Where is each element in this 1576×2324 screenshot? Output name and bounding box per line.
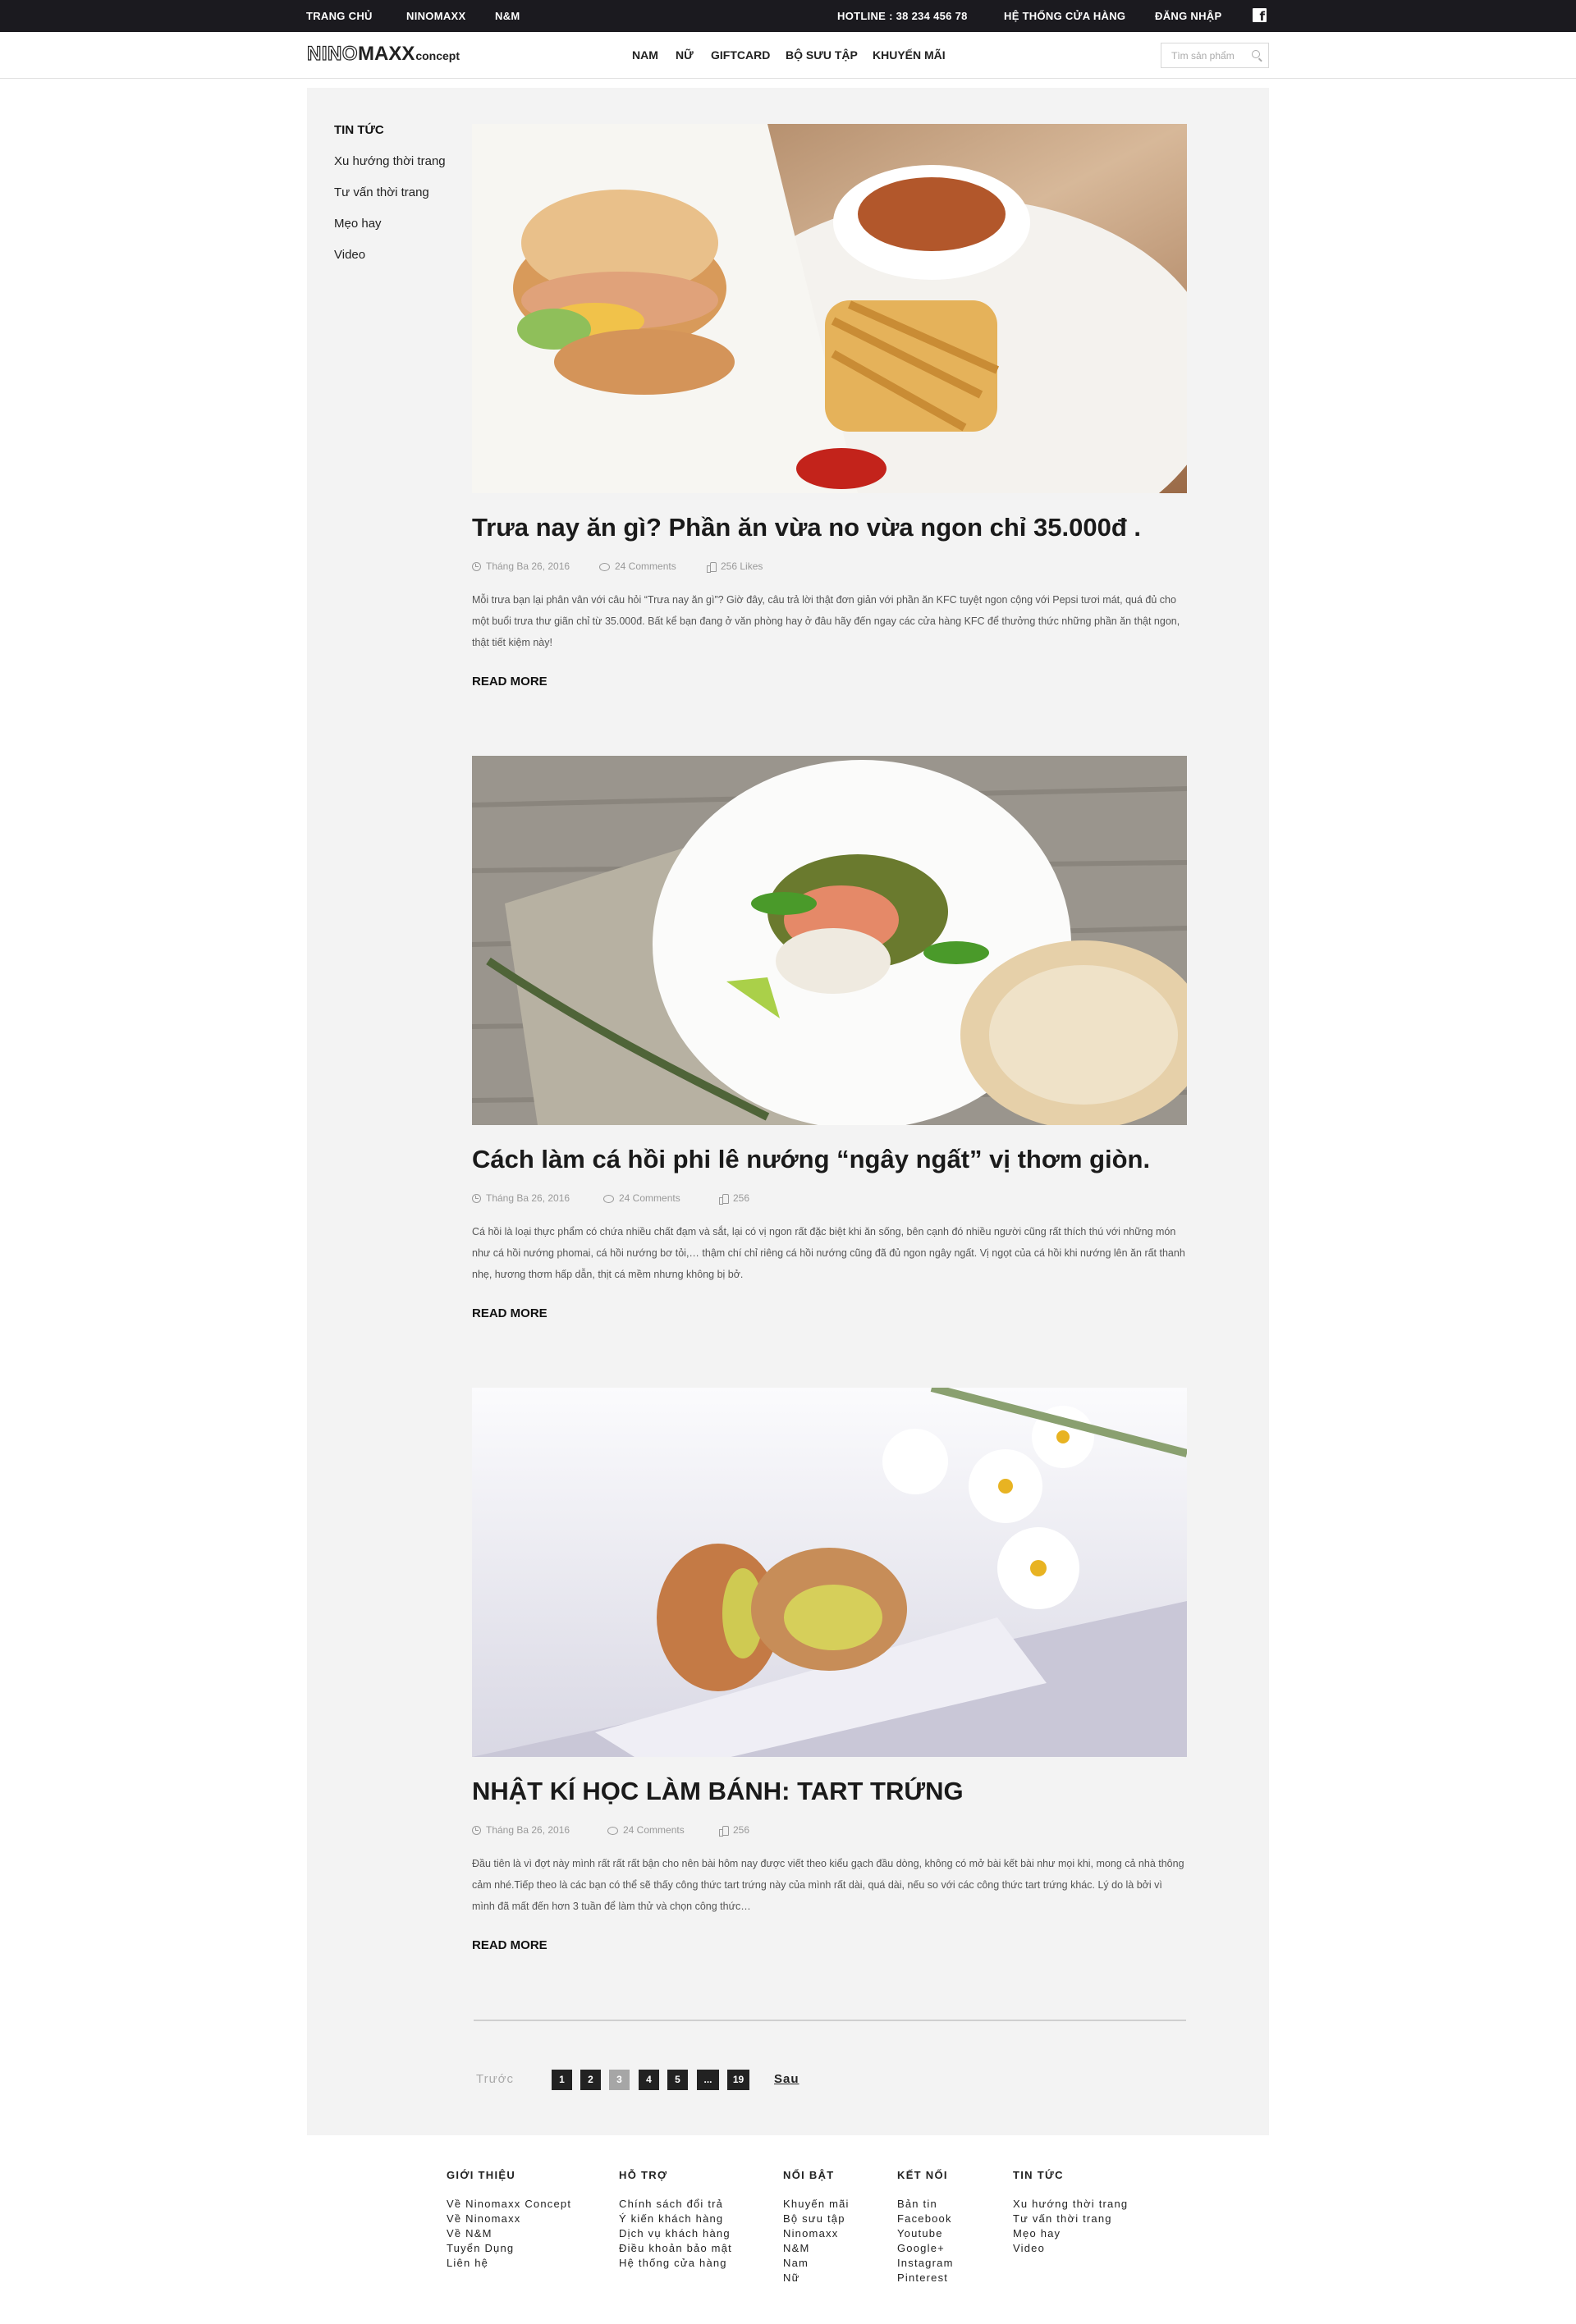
footer-link[interactable]: Liên hệ	[447, 2257, 488, 2269]
search-input[interactable]	[1161, 43, 1250, 67]
post-title[interactable]: Trưa nay ăn gì? Phần ăn vừa no vừa ngon …	[472, 513, 1194, 542]
footer-link[interactable]: Facebook	[897, 2212, 952, 2225]
comment-icon	[599, 563, 610, 571]
post-title[interactable]: NHẬT KÍ HỌC LÀM BÁNH: TART TRỨNG	[472, 1777, 1194, 1806]
post-excerpt: Mỗi trưa bạn lại phân vân với câu hỏi “T…	[472, 594, 1180, 648]
topbar-link-ninomaxx[interactable]: NINOMAXX	[406, 0, 465, 32]
nav-nu[interactable]: NỮ	[676, 32, 694, 79]
page-ellipsis: ...	[697, 2070, 719, 2090]
footer-link[interactable]: Bản tin	[897, 2198, 937, 2210]
footer-heading-gioi-thieu: GIỚI THIỆU	[447, 2169, 516, 2181]
sidebar-item-tu-van[interactable]: Tư vấn thời trang	[334, 185, 429, 199]
footer-link[interactable]: Google+	[897, 2242, 945, 2254]
post-image-burger[interactable]	[472, 124, 1187, 493]
post-image-salmon[interactable]	[472, 756, 1187, 1125]
footer-link[interactable]: Về N&M	[447, 2227, 492, 2239]
footer-link[interactable]: Youtube	[897, 2227, 943, 2239]
page-5[interactable]: 5	[667, 2070, 688, 2090]
page-2[interactable]: 2	[580, 2070, 601, 2090]
topbar-link-trang-chu[interactable]: TRANG CHỦ	[306, 0, 373, 32]
post-date: Tháng Ba 26, 2016	[472, 560, 570, 574]
footer-link[interactable]: Tư vấn thời trang	[1013, 2212, 1112, 2225]
pagination-next[interactable]: Sau	[774, 2072, 799, 2086]
post-image-egg-tart[interactable]	[472, 1388, 1187, 1757]
read-more-link[interactable]: READ MORE	[472, 675, 547, 689]
post-excerpt: Đầu tiên là vì đợt này mình rất rất rất …	[472, 1858, 1184, 1912]
main-header: NINOMAXXconcept NAM NỮ GIFTCARD BỘ SƯU T…	[0, 32, 1576, 79]
store-system-link[interactable]: HỆ THỐNG CỬA HÀNG	[1004, 0, 1125, 32]
site-logo[interactable]: NINOMAXXconcept	[306, 42, 460, 67]
thumbs-up-icon	[719, 1826, 729, 1837]
post-date: Tháng Ba 26, 2016	[472, 1192, 570, 1205]
clock-icon	[472, 1826, 481, 1835]
thumbs-up-icon	[719, 1194, 729, 1205]
footer-link[interactable]: Xu hướng thời trang	[1013, 2198, 1128, 2210]
nav-khuyen-mai[interactable]: KHUYẾN MÃI	[873, 32, 946, 79]
clock-icon	[472, 562, 481, 571]
post-title[interactable]: Cách làm cá hồi phi lê nướng “ngây ngất”…	[472, 1145, 1194, 1174]
footer-link[interactable]: Nữ	[783, 2271, 800, 2284]
login-link[interactable]: ĐĂNG NHẬP	[1155, 0, 1221, 32]
footer-heading-ket-noi: KẾT NỐI	[897, 2169, 948, 2181]
pagination-prev[interactable]: Trước	[476, 2072, 514, 2086]
footer-link[interactable]: Khuyến mãi	[783, 2198, 850, 2210]
footer-link[interactable]: Về Ninomaxx Concept	[447, 2198, 571, 2210]
nav-giftcard[interactable]: GIFTCARD	[711, 32, 770, 79]
sidebar-item-video[interactable]: Video	[334, 248, 365, 262]
top-bar: TRANG CHỦ NINOMAXX N&M HOTLINE : 38 234 …	[0, 0, 1576, 32]
post-comments[interactable]: 24 Comments	[599, 560, 676, 574]
post-likes[interactable]: 256	[719, 1824, 749, 1837]
content-divider	[474, 2020, 1186, 2021]
comment-icon	[603, 1195, 614, 1203]
clock-icon	[472, 1194, 481, 1203]
topbar-link-nm[interactable]: N&M	[495, 0, 520, 32]
post-likes[interactable]: 256 Likes	[707, 560, 763, 574]
footer-link[interactable]: Bộ sưu tập	[783, 2212, 845, 2225]
sidebar-item-meo-hay[interactable]: Mẹo hay	[334, 217, 382, 231]
footer-link[interactable]: Ý kiến khách hàng	[619, 2212, 723, 2225]
post-comments[interactable]: 24 Comments	[607, 1824, 685, 1837]
nav-nam[interactable]: NAM	[632, 32, 658, 79]
page-4[interactable]: 4	[639, 2070, 659, 2090]
facebook-icon[interactable]: f	[1253, 8, 1267, 24]
thumbs-up-icon	[707, 562, 717, 573]
post-likes[interactable]: 256	[719, 1192, 749, 1205]
footer-link[interactable]: Pinterest	[897, 2271, 948, 2284]
footer-link[interactable]: Mẹo hay	[1013, 2227, 1061, 2239]
footer-link[interactable]: Ninomaxx	[783, 2227, 838, 2239]
footer-link[interactable]: Chính sách đổi trả	[619, 2198, 723, 2210]
footer-link[interactable]: Tuyển Dụng	[447, 2242, 514, 2254]
footer-link[interactable]: Về Ninomaxx	[447, 2212, 521, 2225]
page-3-current[interactable]: 3	[609, 2070, 630, 2090]
page-1[interactable]: 1	[552, 2070, 572, 2090]
post-comments[interactable]: 24 Comments	[603, 1192, 680, 1205]
footer-link[interactable]: Dịch vụ khách hàng	[619, 2227, 731, 2239]
footer-heading-ho-tro: HỖ TRỢ	[619, 2169, 668, 2181]
comment-icon	[607, 1827, 618, 1835]
footer-heading-tin-tuc: TIN TỨC	[1013, 2169, 1064, 2181]
footer-link[interactable]: Instagram	[897, 2257, 954, 2269]
read-more-link[interactable]: READ MORE	[472, 1306, 547, 1320]
footer-link[interactable]: N&M	[783, 2242, 810, 2254]
footer-link[interactable]: Điều khoản bảo mật	[619, 2242, 732, 2254]
footer-link[interactable]: Video	[1013, 2242, 1045, 2254]
post-excerpt: Cá hồi là loại thực phẩm có chứa nhiều c…	[472, 1226, 1185, 1280]
footer-link[interactable]: Hệ thống cửa hàng	[619, 2257, 727, 2269]
footer-link[interactable]: Nam	[783, 2257, 809, 2269]
sidebar-title: TIN TỨC	[334, 123, 384, 137]
read-more-link[interactable]: READ MORE	[472, 1938, 547, 1952]
search-box	[1161, 43, 1269, 68]
hotline-text: HOTLINE : 38 234 456 78	[837, 10, 968, 22]
sidebar-item-xu-huong[interactable]: Xu hướng thời trang	[334, 154, 446, 168]
footer-heading-noi-bat: NỔI BẬT	[783, 2169, 835, 2181]
nav-bo-suu-tap[interactable]: BỘ SƯU TẬP	[786, 32, 858, 79]
post-date: Tháng Ba 26, 2016	[472, 1824, 570, 1837]
page-19[interactable]: 19	[727, 2070, 749, 2090]
search-icon[interactable]	[1252, 50, 1260, 58]
